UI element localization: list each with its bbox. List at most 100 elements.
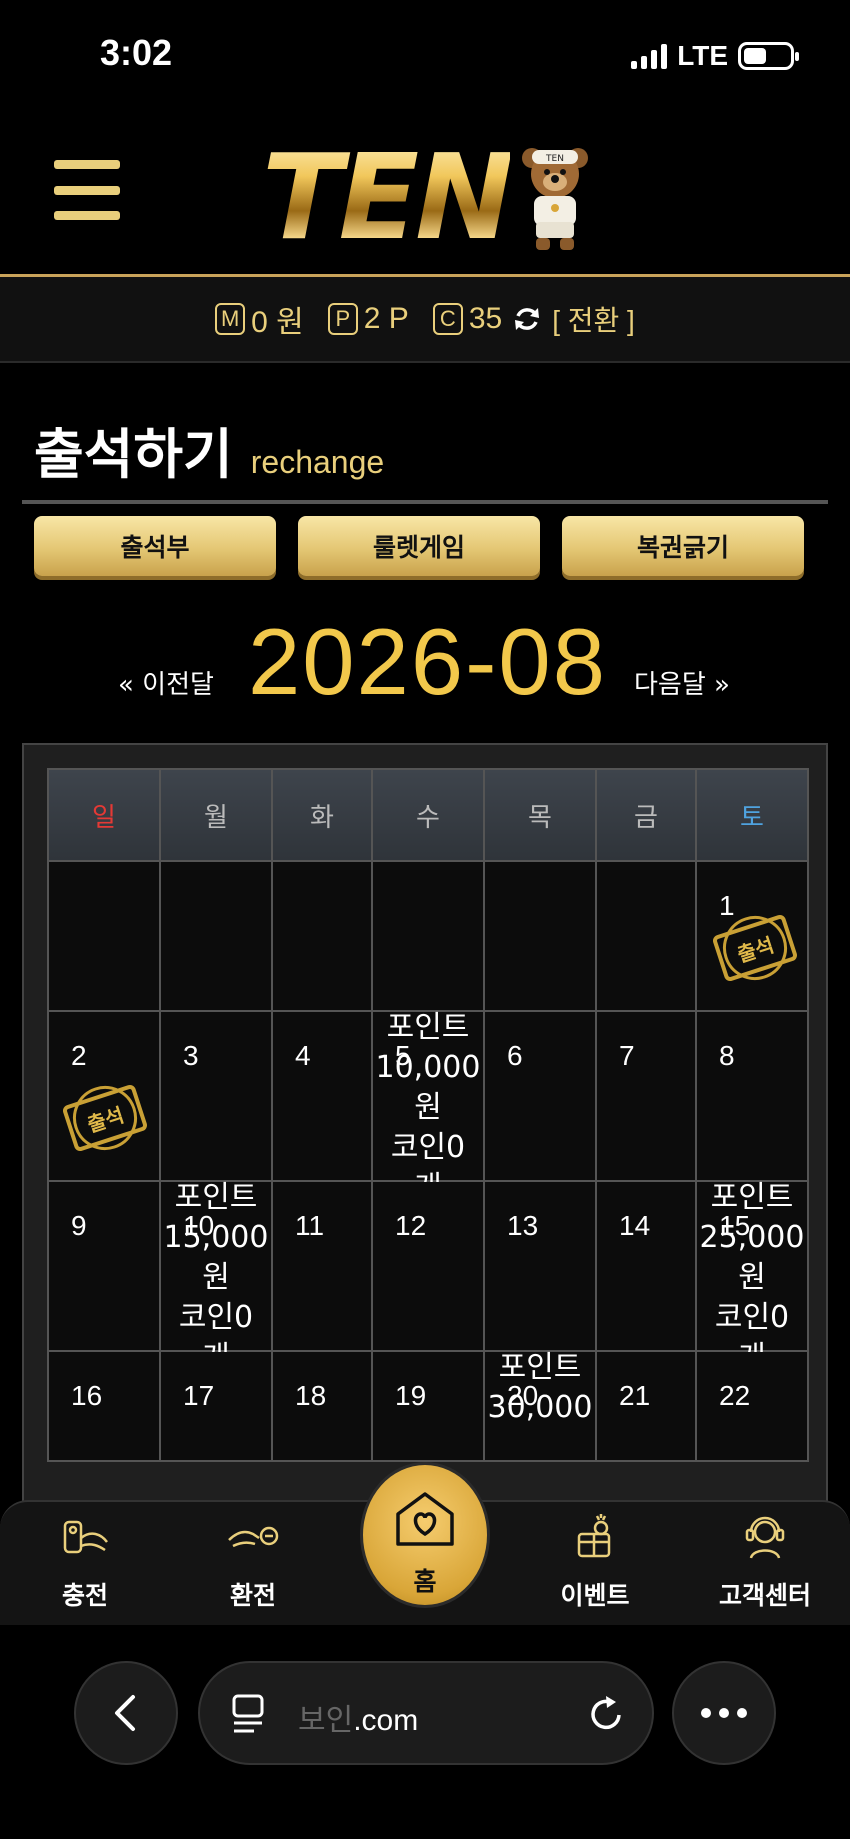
browser-host-dim: 보인 (298, 1704, 354, 1737)
calendar-day-10[interactable]: 10포인트 15,000 원 코인0 개 (159, 1180, 273, 1375)
tab-attendance[interactable]: 출석부 (34, 516, 276, 576)
day-number: 18 (295, 1380, 327, 1411)
chevron-left-icon (115, 1695, 135, 1731)
day-number: 2 (71, 1040, 87, 1071)
switch-button[interactable]: [ 전환 ] (552, 299, 635, 339)
day-number: 21 (619, 1380, 651, 1411)
app-header: TEN TEN (0, 110, 850, 275)
nav-charge[interactable]: 충전 (20, 1502, 150, 1627)
day-number: 14 (619, 1210, 651, 1241)
money-value: 0 원 (251, 306, 304, 339)
nav-event-label: 이벤트 (560, 1581, 630, 1610)
page-title-text: 출석하기 (34, 423, 233, 486)
calendar-empty-cell (47, 860, 161, 1012)
home-heart-icon (396, 1492, 454, 1546)
weekday-header: 일 월 화 수 목 금 토 (47, 768, 809, 862)
menu-icon[interactable] (54, 160, 120, 220)
calendar-day-17[interactable]: 17 (159, 1350, 273, 1462)
tab-overview-icon (232, 1694, 264, 1733)
prev-month-link[interactable]: « 이전달 (118, 664, 214, 701)
coin-icon: C (432, 303, 463, 335)
day-number: 3 (183, 1040, 199, 1071)
bear-mascot-icon: TEN (522, 148, 588, 250)
calendar-week-row: 1 출석 (47, 860, 809, 1012)
calendar-day-18[interactable]: 18 (271, 1350, 373, 1462)
calendar-day-21[interactable]: 21 (595, 1350, 697, 1462)
ten-logo[interactable]: TEN TEN (262, 128, 592, 266)
calendar-day-7[interactable]: 7 (595, 1010, 697, 1182)
day-number: 12 (395, 1210, 427, 1241)
dot (737, 1708, 747, 1718)
calendar-day-8[interactable]: 8 (695, 1010, 809, 1182)
next-month-link[interactable]: 다음달 » (634, 664, 730, 701)
calendar-day-16[interactable]: 16 (47, 1350, 161, 1462)
nav-support-label: 고객센터 (718, 1581, 811, 1610)
calendar-day-2[interactable]: 2 출석 (47, 1010, 161, 1182)
tab-lottery[interactable]: 복권긁기 (562, 516, 804, 576)
exchange-icon (228, 1526, 279, 1548)
browser-back-button[interactable] (74, 1661, 178, 1765)
nav-home-button[interactable]: 홈 (356, 1458, 494, 1620)
dot (701, 1708, 711, 1718)
calendar-empty-cell (271, 860, 373, 1012)
money-balance: M 0 원 (215, 297, 304, 341)
browser-toolbar: 보인.com (0, 1625, 850, 1839)
calendar-day-9[interactable]: 9 (47, 1180, 161, 1352)
browser-more-button[interactable] (672, 1661, 776, 1765)
logo-text: TEN (262, 128, 514, 266)
calendar-empty-cell (595, 860, 697, 1012)
calendar-day-20[interactable]: 20 포인트 30,000 (483, 1350, 597, 1462)
balance-bar: M 0 원 P 2 P C 35 [ 전환 ] (0, 277, 850, 363)
tab-roulette[interactable]: 룰렛게임 (298, 516, 540, 576)
calendar-day-19[interactable]: 19 (371, 1350, 485, 1462)
day-number: 7 (619, 1040, 635, 1071)
calendar-day-12[interactable]: 12 (371, 1180, 485, 1352)
attendance-calendar: 일 월 화 수 목 금 토 1 출석 2 출석 3 4 5 포인트 10,000 원 코인0 … (22, 743, 828, 1503)
nav-exchange-label: 환전 (229, 1581, 276, 1610)
nav-support[interactable]: 고객센터 (700, 1502, 830, 1627)
dot (719, 1708, 729, 1718)
calendar-empty-cell (159, 860, 273, 1012)
weekday-thu: 목 (483, 768, 597, 862)
weekday-fri: 금 (595, 768, 697, 862)
calendar-day-11[interactable]: 11 (271, 1180, 373, 1352)
calendar-day-6[interactable]: 6 (483, 1010, 597, 1182)
refresh-icon[interactable] (512, 304, 542, 334)
calendar-empty-cell (483, 860, 597, 1012)
current-month: 2026-08 (248, 609, 607, 714)
calendar-day-22[interactable]: 22 (695, 1350, 809, 1462)
browser-host: 보인.com (298, 1695, 418, 1739)
weekday-sun: 일 (47, 768, 161, 862)
weekday-sat: 토 (695, 768, 809, 862)
calendar-day-5[interactable]: 5포인트 10,000 원 코인0 개 (371, 1010, 485, 1205)
day-reward: 포인트 30,000 (487, 1350, 593, 1425)
day-number: 6 (507, 1040, 523, 1071)
reload-icon[interactable] (586, 1693, 626, 1735)
browser-url-bar[interactable]: 보인.com (198, 1661, 654, 1765)
day-number: 9 (71, 1210, 87, 1241)
headset-icon (745, 1516, 785, 1559)
battery-icon (738, 42, 799, 70)
day-number: 17 (183, 1380, 215, 1411)
browser-host-domain: .com (353, 1704, 419, 1737)
tab-bar: 출석부 룰렛게임 복권긁기 (34, 516, 804, 576)
network-label: LTE (677, 40, 728, 71)
weekday-wed: 수 (371, 768, 485, 862)
nav-exchange[interactable]: 환전 (188, 1502, 318, 1627)
calendar-day-14[interactable]: 14 (595, 1180, 697, 1352)
calendar-day-3[interactable]: 3 (159, 1010, 273, 1182)
status-time: 3:02 (100, 32, 173, 73)
money-icon: M (215, 303, 246, 335)
charge-icon (63, 1520, 108, 1554)
calendar-day-15[interactable]: 15포인트 25,000 원 코인0 개 (695, 1180, 809, 1375)
calendar-day-4[interactable]: 4 (271, 1010, 373, 1182)
nav-event[interactable]: 이벤트 (530, 1502, 660, 1627)
day-reward: 포인트 15,000 원 코인0 개 (163, 1180, 269, 1375)
point-balance: P 2 P (327, 302, 409, 336)
status-indicators: LTE (631, 40, 799, 72)
day-reward: 포인트 10,000 원 코인0 개 (375, 1010, 481, 1205)
title-divider (22, 500, 828, 504)
calendar-day-13[interactable]: 13 (483, 1180, 597, 1352)
calendar-empty-cell (371, 860, 485, 1012)
calendar-day-1[interactable]: 1 출석 (695, 860, 809, 1012)
